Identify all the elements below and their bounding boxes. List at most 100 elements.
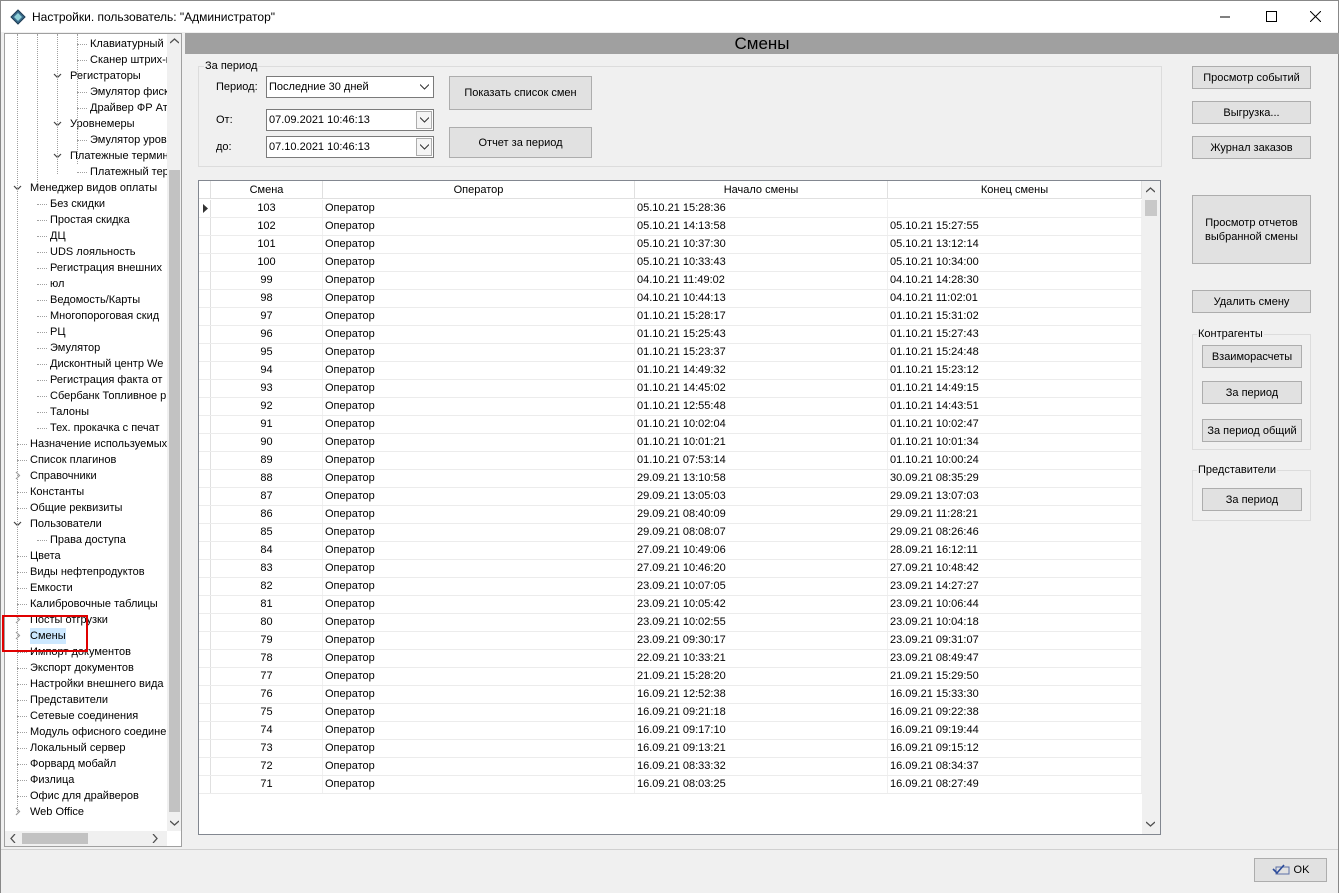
table-row[interactable]: 90 Оператор 01.10.21 10:01:21 01.10.21 10:0… xyxy=(199,434,1142,452)
tree-item[interactable]: Офис для драйверов xyxy=(30,788,139,804)
scroll-up-icon[interactable] xyxy=(170,38,179,44)
tree-item[interactable]: Емкости xyxy=(30,580,73,596)
tree-item[interactable]: Web Office xyxy=(30,804,84,820)
table-row[interactable]: 73 Оператор 16.09.21 09:13:21 16.09.21 09:1… xyxy=(199,740,1142,758)
tree-item[interactable]: Регистраторы xyxy=(70,68,141,84)
minimize-button[interactable] xyxy=(1202,1,1248,32)
column-header[interactable]: Конец смены xyxy=(888,181,1142,199)
tree-item[interactable]: Физлица xyxy=(30,772,74,788)
table-row[interactable]: 81 Оператор 23.09.21 10:05:42 23.09.21 10:0… xyxy=(199,596,1142,614)
view-events-button[interactable]: Просмотр событий xyxy=(1192,66,1311,89)
orders-journal-button[interactable]: Журнал заказов xyxy=(1192,136,1311,159)
table-row[interactable]: 97 Оператор 01.10.21 15:28:17 01.10.21 15:3… xyxy=(199,308,1142,326)
tree-item[interactable]: Представители xyxy=(30,692,108,708)
tree-item[interactable]: Права доступа xyxy=(50,532,126,548)
scroll-right-icon[interactable] xyxy=(152,834,158,843)
tree-scroll-thumb[interactable] xyxy=(169,170,180,812)
scroll-down-icon[interactable] xyxy=(1146,821,1155,827)
table-row[interactable]: 91 Оператор 01.10.21 10:02:04 01.10.21 10:0… xyxy=(199,416,1142,434)
table-row[interactable]: 76 Оператор 16.09.21 12:52:38 16.09.21 15:3… xyxy=(199,686,1142,704)
table-row[interactable]: 83 Оператор 27.09.21 10:46:20 27.09.21 10:4… xyxy=(199,560,1142,578)
tree-item[interactable]: Простая скидка xyxy=(50,212,130,228)
table-row[interactable]: 89 Оператор 01.10.21 07:53:14 01.10.21 10:0… xyxy=(199,452,1142,470)
tree-item[interactable]: Экспорт документов xyxy=(30,660,134,676)
scroll-left-icon[interactable] xyxy=(10,834,16,843)
ok-button[interactable]: OK xyxy=(1254,858,1327,882)
table-row[interactable]: 98 Оператор 04.10.21 10:44:13 04.10.21 11:0… xyxy=(199,290,1142,308)
tree-item[interactable]: Общие реквизиты xyxy=(30,500,122,516)
tree-item[interactable]: Константы xyxy=(30,484,84,500)
tree-item[interactable]: Справочники xyxy=(30,468,97,484)
tree-item[interactable]: Форвард мобайл xyxy=(30,756,116,772)
tree-item[interactable]: Тех. прокачка с печат xyxy=(50,420,160,436)
contractors-period-button[interactable]: За период xyxy=(1202,381,1302,404)
tree-vertical-scrollbar[interactable] xyxy=(167,34,181,831)
column-header[interactable]: Оператор xyxy=(323,181,635,199)
from-date-field[interactable]: 07.09.2021 10:46:13 xyxy=(266,109,434,131)
tree-item[interactable]: UDS лояльность xyxy=(50,244,136,260)
maximize-button[interactable] xyxy=(1248,1,1294,32)
tree-item[interactable]: РЦ xyxy=(50,324,65,340)
settings-tree[interactable]: Клавиатурный иде Сканер штрих-код Регистра… xyxy=(4,33,182,847)
tree-item[interactable]: Платежные терминал xyxy=(70,148,181,164)
table-vertical-scrollbar[interactable] xyxy=(1142,181,1160,834)
tree-item[interactable]: Талоны xyxy=(50,404,89,420)
representatives-period-button[interactable]: За период xyxy=(1202,488,1302,511)
scroll-down-icon[interactable] xyxy=(170,820,179,826)
tree-item[interactable]: Модуль офисного соедине xyxy=(30,724,166,740)
tree-hscroll-thumb[interactable] xyxy=(22,833,88,844)
table-row[interactable]: 84 Оператор 27.09.21 10:49:06 28.09.21 16:1… xyxy=(199,542,1142,560)
delete-shift-button[interactable]: Удалить смену xyxy=(1192,290,1311,313)
table-row[interactable]: 103 Оператор 05.10.21 15:28:36 xyxy=(199,200,1142,218)
tree-item[interactable]: Многопороговая скид xyxy=(50,308,159,324)
table-row[interactable]: 87 Оператор 29.09.21 13:05:03 29.09.21 13:0… xyxy=(199,488,1142,506)
table-row[interactable]: 88 Оператор 29.09.21 13:10:58 30.09.21 08:3… xyxy=(199,470,1142,488)
close-button[interactable] xyxy=(1292,1,1338,32)
tree-item[interactable]: Уровнемеры xyxy=(70,116,134,132)
period-select[interactable]: Последние 30 дней xyxy=(266,76,434,98)
table-row[interactable]: 102 Оператор 05.10.21 14:13:58 05.10.21 15:… xyxy=(199,218,1142,236)
table-row[interactable]: 94 Оператор 01.10.21 14:49:32 01.10.21 15:2… xyxy=(199,362,1142,380)
show-shifts-button[interactable]: Показать список смен xyxy=(449,76,592,110)
tree-item[interactable]: Список плагинов xyxy=(30,452,116,468)
contractors-period-total-button[interactable]: За период общий xyxy=(1202,419,1302,442)
calendar-dropdown-icon[interactable] xyxy=(416,111,432,129)
view-shift-reports-button[interactable]: Просмотр отчетов выбранной смены xyxy=(1192,195,1311,264)
tree-item[interactable]: Цвета xyxy=(30,548,61,564)
table-row[interactable]: 96 Оператор 01.10.21 15:25:43 01.10.21 15:2… xyxy=(199,326,1142,344)
tree-item[interactable]: Сетевые соединения xyxy=(30,708,138,724)
tree-item[interactable]: Эмулятор xyxy=(50,340,100,356)
table-row[interactable]: 71 Оператор 16.09.21 08:03:25 16.09.21 08:2… xyxy=(199,776,1142,794)
tree-item[interactable]: Виды нефтепродуктов xyxy=(30,564,145,580)
tree-item[interactable]: Настройки внешнего вида xyxy=(30,676,164,692)
column-header[interactable]: Смена xyxy=(211,181,323,199)
calendar-dropdown-icon[interactable] xyxy=(416,138,432,156)
mutual-settlements-button[interactable]: Взаиморасчеты xyxy=(1202,345,1302,368)
tree-item[interactable]: Ведомость/Карты xyxy=(50,292,140,308)
tree-item[interactable]: юл xyxy=(50,276,64,292)
table-scroll-thumb[interactable] xyxy=(1145,200,1157,216)
table-row[interactable]: 85 Оператор 29.09.21 08:08:07 29.09.21 08:2… xyxy=(199,524,1142,542)
chevron-down-icon[interactable] xyxy=(416,78,432,96)
period-report-button[interactable]: Отчет за период xyxy=(449,127,592,158)
tree-item[interactable]: Менеджер видов оплаты xyxy=(30,180,157,196)
table-row[interactable]: 95 Оператор 01.10.21 15:23:37 01.10.21 15:2… xyxy=(199,344,1142,362)
tree-item[interactable]: Регистрация внешних xyxy=(50,260,162,276)
table-row[interactable]: 79 Оператор 23.09.21 09:30:17 23.09.21 09:3… xyxy=(199,632,1142,650)
tree-item[interactable]: Сбербанк Топливное р xyxy=(50,388,166,404)
table-row[interactable]: 82 Оператор 23.09.21 10:07:05 23.09.21 14:2… xyxy=(199,578,1142,596)
table-row[interactable]: 74 Оператор 16.09.21 09:17:10 16.09.21 09:1… xyxy=(199,722,1142,740)
table-row[interactable]: 77 Оператор 21.09.21 15:28:20 21.09.21 15:2… xyxy=(199,668,1142,686)
table-row[interactable]: 72 Оператор 16.09.21 08:33:32 16.09.21 08:3… xyxy=(199,758,1142,776)
table-row[interactable]: 93 Оператор 01.10.21 14:45:02 01.10.21 14:4… xyxy=(199,380,1142,398)
table-row[interactable]: 75 Оператор 16.09.21 09:21:18 16.09.21 09:2… xyxy=(199,704,1142,722)
tree-item[interactable]: Регистрация факта от xyxy=(50,372,162,388)
shifts-table[interactable]: Смена Оператор Начало смены Конец смены 103… xyxy=(198,180,1161,835)
scroll-up-icon[interactable] xyxy=(1146,187,1155,193)
tree-item[interactable]: Дисконтный центр We xyxy=(50,356,163,372)
to-date-field[interactable]: 07.10.2021 10:46:13 xyxy=(266,136,434,158)
tree-item[interactable]: Калибровочные таблицы xyxy=(30,596,158,612)
column-header[interactable]: Начало смены xyxy=(635,181,888,199)
tree-item[interactable]: Локальный сервер xyxy=(30,740,126,756)
export-button[interactable]: Выгрузка... xyxy=(1192,101,1311,124)
